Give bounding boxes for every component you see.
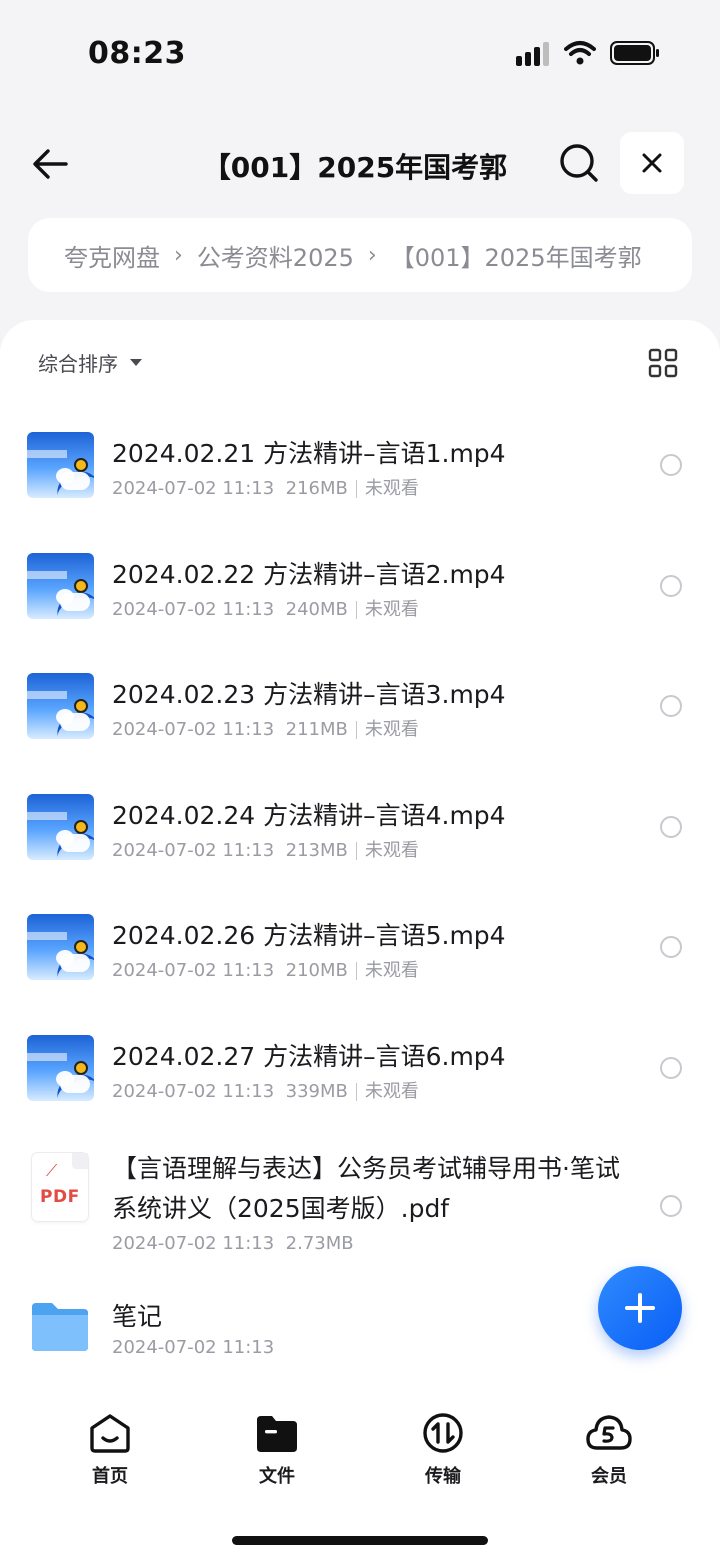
file-name: 2024.02.26 方法精讲–言语5.mp4 bbox=[112, 921, 506, 950]
sort-label: 综合排序 bbox=[38, 352, 118, 376]
select-radio[interactable] bbox=[660, 1195, 682, 1217]
chevron-right-icon: › bbox=[367, 242, 377, 268]
page-title: 【001】2025年国考郭 bbox=[202, 151, 508, 184]
breadcrumb-item-current[interactable]: 【001】2025年国考郭 bbox=[391, 238, 642, 273]
file-meta: 2024-07-02 11:13 240MB 未观看 bbox=[112, 598, 419, 620]
file-row-pdf[interactable]: ⟋ PDF 【言语理解与表达】公务员考试辅导用书·笔试系统讲义（2025国考版）… bbox=[0, 1123, 720, 1263]
folder-icon bbox=[32, 1303, 88, 1351]
file-row[interactable]: 2024.02.21 方法精讲–言语1.mp4 2024-07-02 11:13… bbox=[0, 400, 720, 521]
status-time: 08:23 bbox=[88, 36, 186, 71]
bottom-nav: 首页 文件 传输 会员 bbox=[0, 1392, 720, 1560]
home-indicator bbox=[232, 1536, 488, 1545]
pdf-file-icon: ⟋ PDF bbox=[32, 1153, 88, 1221]
caret-down-icon bbox=[130, 359, 142, 366]
nav-label: 首页 bbox=[92, 1466, 128, 1487]
select-radio[interactable] bbox=[660, 1056, 682, 1079]
file-meta: 2024-07-02 11:13 210MB 未观看 bbox=[112, 960, 419, 981]
search-icon[interactable] bbox=[558, 142, 600, 184]
breadcrumb-item-folder[interactable]: 公考资料2025 bbox=[197, 238, 354, 273]
file-row[interactable]: 2024.02.27 方法精讲–言语6.mp4 2024-07-02 11:13… bbox=[0, 1003, 720, 1124]
nav-item-vip[interactable]: 会员 bbox=[554, 1412, 664, 1488]
file-meta: 2024-07-02 11:13 2.73MB bbox=[112, 1233, 354, 1254]
close-button[interactable] bbox=[620, 132, 684, 194]
file-meta: 2024-07-02 11:13 216MB 未观看 bbox=[112, 478, 419, 499]
folder-name: 笔记 bbox=[112, 1302, 163, 1331]
breadcrumb-item-root[interactable]: 夸克网盘 bbox=[64, 238, 160, 273]
select-radio[interactable] bbox=[660, 936, 682, 958]
file-list: 2024.02.21 方法精讲–言语1.mp4 2024-07-02 11:13… bbox=[0, 400, 720, 1384]
sort-dropdown[interactable]: 综合排序 bbox=[38, 348, 142, 377]
back-arrow-icon[interactable] bbox=[30, 144, 70, 184]
battery-icon bbox=[610, 41, 659, 65]
file-meta: 2024-07-02 11:13 bbox=[112, 1337, 275, 1358]
file-name: 2024.02.21 方法精讲–言语1.mp4 bbox=[112, 439, 506, 468]
file-row[interactable]: 2024.02.22 方法精讲–言语2.mp4 2024-07-02 11:13… bbox=[0, 521, 720, 642]
nav-label: 传输 bbox=[425, 1466, 461, 1487]
video-thumbnail bbox=[27, 432, 94, 498]
video-thumbnail bbox=[27, 1034, 94, 1101]
file-meta: 2024-07-02 11:13 339MB 未观看 bbox=[112, 1080, 419, 1102]
file-panel: 综合排序 2024.02.21 方法精讲–言语1.mp4 2024-07-02 … bbox=[0, 320, 720, 1560]
video-thumbnail bbox=[27, 673, 94, 739]
home-icon bbox=[90, 1414, 130, 1453]
nav-item-transfer[interactable]: 传输 bbox=[388, 1412, 498, 1488]
file-name: 2024.02.24 方法精讲–言语4.mp4 bbox=[112, 800, 506, 830]
file-row[interactable]: 2024.02.26 方法精讲–言语5.mp4 2024-07-02 11:13… bbox=[0, 882, 720, 1003]
plus-icon bbox=[625, 1293, 655, 1323]
grid-view-icon[interactable] bbox=[648, 348, 678, 378]
file-name: 2024.02.27 方法精讲–言语6.mp4 bbox=[112, 1041, 506, 1071]
file-name: 2024.02.22 方法精讲–言语2.mp4 bbox=[112, 559, 506, 589]
video-thumbnail bbox=[27, 793, 94, 860]
add-button[interactable] bbox=[598, 1266, 682, 1350]
transfer-icon bbox=[423, 1413, 463, 1453]
file-row[interactable]: 2024.02.24 方法精讲–言语4.mp4 2024-07-02 11:13… bbox=[0, 762, 720, 883]
top-bar: 【001】2025年国考郭 bbox=[0, 128, 720, 198]
nav-label: 文件 bbox=[259, 1466, 295, 1487]
video-thumbnail bbox=[27, 552, 94, 619]
chevron-right-icon: › bbox=[174, 242, 183, 268]
file-name: 【言语理解与表达】公务员考试辅导用书·笔试系统讲义（2025国考版）.pdf bbox=[112, 1154, 620, 1223]
video-thumbnail bbox=[27, 914, 94, 980]
file-name: 2024.02.23 方法精讲–言语3.mp4 bbox=[112, 680, 506, 709]
nav-item-home[interactable]: 首页 bbox=[55, 1412, 165, 1488]
select-radio[interactable] bbox=[660, 454, 682, 476]
select-radio[interactable] bbox=[660, 574, 682, 597]
nav-item-files[interactable]: 文件 bbox=[222, 1412, 332, 1488]
select-radio[interactable] bbox=[660, 695, 682, 717]
close-icon bbox=[642, 153, 662, 173]
status-bar: 08:23 bbox=[0, 0, 720, 100]
breadcrumb: 夸克网盘 › 公考资料2025 › 【001】2025年国考郭 bbox=[28, 218, 692, 292]
nav-label: 会员 bbox=[591, 1466, 627, 1487]
signal-icon bbox=[516, 42, 549, 66]
folder-filled-icon bbox=[257, 1416, 297, 1452]
file-meta: 2024-07-02 11:13 211MB 未观看 bbox=[112, 719, 419, 740]
file-meta: 2024-07-02 11:13 213MB 未观看 bbox=[112, 839, 419, 861]
file-row[interactable]: 2024.02.23 方法精讲–言语3.mp4 2024-07-02 11:13… bbox=[0, 641, 720, 762]
wifi-icon bbox=[564, 41, 596, 65]
select-radio[interactable] bbox=[660, 815, 682, 838]
vip-cloud-icon bbox=[586, 1415, 632, 1450]
